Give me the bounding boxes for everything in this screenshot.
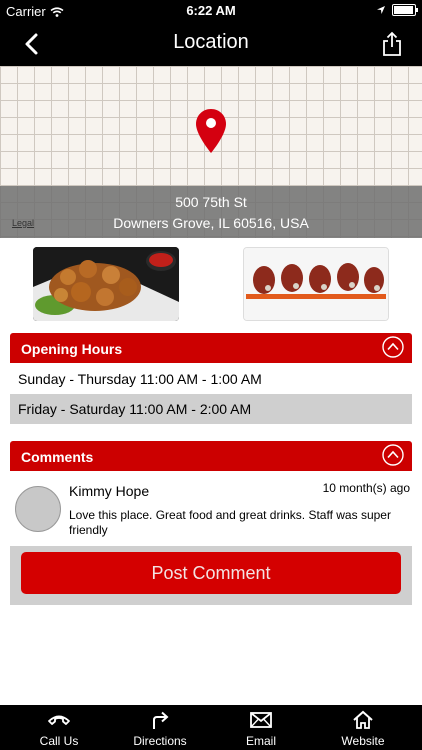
opening-hours-header[interactable]: Opening Hours bbox=[10, 333, 412, 363]
address-overlay: 500 75th St Downers Grove, IL 60516, USA bbox=[0, 186, 422, 238]
status-right bbox=[376, 4, 418, 16]
hours-text: Sunday - Thursday 11:00 AM - 1:00 AM bbox=[18, 371, 262, 387]
location-map[interactable]: 500 75th St Downers Grove, IL 60516, USA… bbox=[0, 66, 422, 238]
home-icon bbox=[353, 710, 373, 729]
fried-food-image bbox=[33, 247, 179, 321]
tab-label: Directions bbox=[133, 734, 187, 748]
nav-bar: Location bbox=[0, 22, 422, 66]
plated-food-image bbox=[244, 248, 388, 320]
comment-text: Love this place. Great food and great dr… bbox=[69, 508, 391, 537]
tab-website[interactable]: Website bbox=[313, 705, 413, 750]
tab-call-us[interactable]: Call Us bbox=[9, 705, 109, 750]
battery-icon bbox=[392, 4, 418, 16]
page-title: Location bbox=[173, 31, 249, 53]
comment-author: Kimmy Hope bbox=[69, 483, 150, 499]
tab-label: Call Us bbox=[39, 734, 79, 748]
post-comment-area: Post Comment bbox=[10, 546, 412, 605]
email-icon bbox=[250, 712, 272, 728]
comment-item: Kimmy Hope 10 month(s) ago Love this pla… bbox=[10, 472, 412, 546]
collapse-chevron-icon[interactable] bbox=[382, 336, 404, 358]
tab-email[interactable]: Email bbox=[211, 705, 311, 750]
map-legal-link[interactable]: Legal bbox=[12, 218, 34, 228]
tab-label: Email bbox=[245, 734, 276, 748]
avatar bbox=[15, 486, 61, 532]
address-line2: Downers Grove, IL 60516, USA bbox=[113, 215, 309, 231]
post-comment-button[interactable]: Post Comment bbox=[21, 552, 401, 594]
tab-bar: Call Us Directions Email Website bbox=[0, 705, 422, 750]
collapse-chevron-icon[interactable] bbox=[382, 444, 404, 466]
comment-age: 10 month(s) ago bbox=[322, 481, 410, 495]
tab-label: Website bbox=[341, 734, 385, 748]
opening-hours-title: Opening Hours bbox=[21, 341, 123, 357]
status-bar: Carrier 6:22 AM bbox=[0, 0, 422, 22]
location-arrow-icon bbox=[377, 6, 385, 14]
hours-row: Friday - Saturday 11:00 AM - 2:00 AM bbox=[10, 394, 412, 424]
comments-header[interactable]: Comments bbox=[10, 441, 412, 471]
address-line1: 500 75th St bbox=[175, 194, 247, 210]
tab-directions[interactable]: Directions bbox=[110, 705, 210, 750]
food-photo-plated[interactable] bbox=[243, 247, 389, 321]
phone-icon bbox=[48, 715, 70, 725]
map-pin-icon[interactable] bbox=[195, 108, 227, 154]
comments-title: Comments bbox=[21, 449, 94, 465]
share-icon[interactable] bbox=[380, 30, 404, 58]
status-time: 6:22 AM bbox=[186, 3, 236, 18]
food-photo-fried[interactable] bbox=[33, 247, 179, 321]
hours-row: Sunday - Thursday 11:00 AM - 1:00 AM bbox=[10, 364, 412, 394]
hours-text: Friday - Saturday 11:00 AM - 2:00 AM bbox=[18, 401, 252, 417]
directions-icon bbox=[153, 711, 169, 729]
